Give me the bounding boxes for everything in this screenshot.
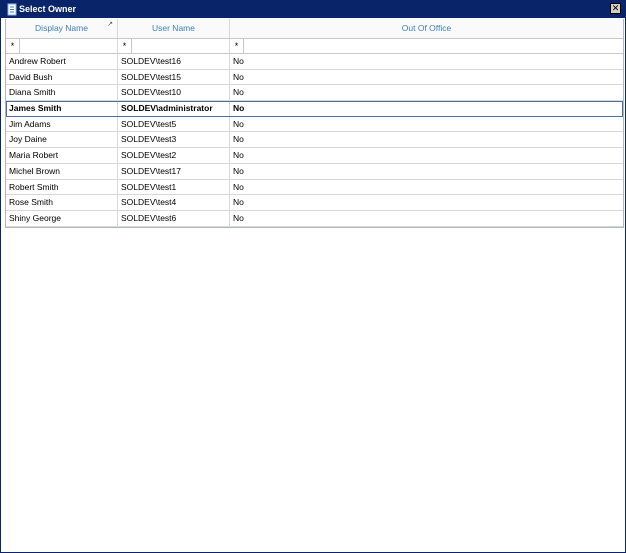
display-name-cell: James Smith — [6, 101, 118, 116]
user-name-cell: SOLDEV\test4 — [118, 195, 230, 210]
table-row[interactable]: Robert Smith SOLDEV\test1 No — [6, 179, 623, 196]
user-name-cell: SOLDEV\administrator — [118, 101, 230, 116]
column-header-label: Out Of Office — [401, 23, 452, 33]
table-row[interactable]: James Smith SOLDEV\administrator No — [6, 101, 623, 117]
out-of-office-cell: No — [233, 165, 244, 176]
close-button[interactable]: ✕ — [610, 3, 621, 14]
table-row[interactable]: Maria Robert SOLDEV\test2 No — [6, 148, 623, 164]
out-of-office-cell: No — [233, 118, 244, 129]
display-name-cell: Robert Smith — [6, 179, 118, 195]
user-name-cell: SOLDEV\test10 — [118, 85, 230, 101]
table-row[interactable]: Michel Brown SOLDEV\test17 No — [6, 163, 623, 180]
user-name-cell: SOLDEV\test2 — [118, 148, 230, 163]
display-name-cell: Andrew Robert — [6, 54, 118, 69]
grid-header: Display Name ↗ User Name Out Of Office — [6, 19, 623, 39]
user-name-cell: SOLDEV\test3 — [118, 132, 230, 148]
filter-operator-icon[interactable]: * — [230, 39, 244, 53]
user-name-cell: SOLDEV\test1 — [118, 179, 230, 195]
user-name-cell: SOLDEV\test17 — [118, 163, 230, 179]
column-header-label: Display Name — [35, 23, 88, 33]
filter-cell-out-of-office: * — [230, 39, 623, 53]
sort-ascending-icon: ↗ — [107, 21, 113, 28]
filter-cell-display-name: * — [6, 39, 118, 53]
filter-cell-user-name: * — [118, 39, 230, 53]
display-name-cell: Rose Smith — [6, 195, 118, 210]
out-of-office-cell: No — [233, 181, 244, 192]
user-name-cell: SOLDEV\test16 — [118, 54, 230, 69]
out-of-office-cell: No — [233, 197, 244, 208]
filter-operator-icon[interactable]: * — [118, 39, 132, 53]
document-icon — [7, 3, 17, 16]
table-row[interactable]: Shiny George SOLDEV\test6 No — [6, 210, 623, 227]
display-name-cell: Maria Robert — [6, 148, 118, 163]
out-of-office-filter-input[interactable] — [244, 39, 623, 53]
filter-row: * * * — [6, 39, 623, 54]
out-of-office-cell: No — [233, 56, 244, 66]
column-header-display-name[interactable]: Display Name ↗ — [6, 19, 118, 38]
display-name-cell: Michel Brown — [6, 163, 118, 179]
filter-operator-icon[interactable]: * — [6, 39, 20, 53]
out-of-office-cell: No — [233, 134, 244, 145]
table-row[interactable]: Jim Adams SOLDEV\test5 No — [6, 116, 623, 133]
table-row[interactable]: Joy Daine SOLDEV\test3 No — [6, 132, 623, 149]
column-header-user-name[interactable]: User Name — [118, 19, 230, 38]
out-of-office-cell: No — [233, 71, 244, 82]
table-row[interactable]: Diana Smith SOLDEV\test10 No — [6, 85, 623, 102]
table-row[interactable]: Andrew Robert SOLDEV\test16 No — [6, 54, 623, 70]
display-name-filter-input[interactable] — [20, 39, 117, 53]
column-header-label: User Name — [152, 23, 195, 33]
out-of-office-cell: No — [233, 87, 244, 98]
owners-grid: Display Name ↗ User Name Out Of Office *… — [5, 19, 624, 228]
grid-body: Andrew Robert SOLDEV\test16 No David Bush SO… — [6, 54, 623, 227]
display-name-cell: David Bush — [6, 69, 118, 85]
column-header-out-of-office[interactable]: Out Of Office — [230, 19, 623, 38]
user-name-cell: SOLDEV\test6 — [118, 210, 230, 226]
out-of-office-cell: No — [233, 150, 244, 161]
user-name-cell: SOLDEV\test15 — [118, 69, 230, 85]
user-name-cell: SOLDEV\test5 — [118, 116, 230, 132]
title-bar: Select Owner ✕ — [1, 1, 625, 18]
out-of-office-cell: No — [233, 103, 245, 114]
user-name-filter-input[interactable] — [132, 39, 229, 53]
display-name-cell: Joy Daine — [6, 132, 118, 148]
out-of-office-cell: No — [233, 212, 244, 223]
select-owner-window: Select Owner ✕ Display Name ↗ User Name … — [0, 0, 626, 553]
display-name-cell: Diana Smith — [6, 85, 118, 101]
display-name-cell: Jim Adams — [6, 116, 118, 132]
display-name-cell: Shiny George — [6, 210, 118, 226]
window-title: Select Owner — [19, 4, 77, 14]
table-row[interactable]: David Bush SOLDEV\test15 No — [6, 69, 623, 86]
table-row[interactable]: Rose Smith SOLDEV\test4 No — [6, 195, 623, 211]
